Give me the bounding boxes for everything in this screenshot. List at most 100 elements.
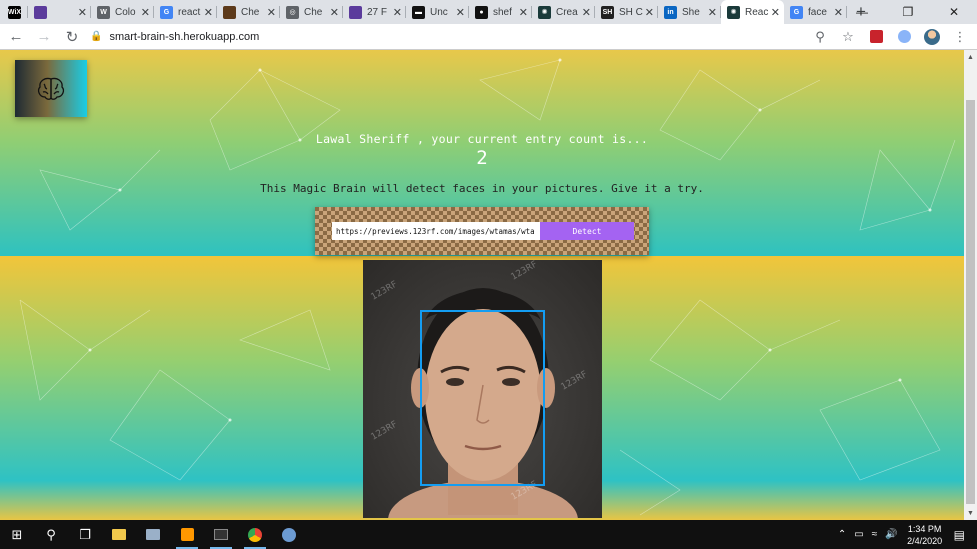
app-window-icon[interactable] <box>136 520 170 549</box>
browser-tab[interactable]: 27 F ✕ <box>343 0 406 24</box>
page-scrollbar[interactable]: ▲ ▼ <box>964 50 977 520</box>
zoom-search-icon[interactable]: ⚲ <box>809 26 831 48</box>
detect-button[interactable]: Detect <box>540 222 634 240</box>
system-tray: ⌃ ▭ ≈ 🔊 1:34 PM 2/4/2020 ▤ <box>838 520 977 549</box>
tab-close-icon[interactable]: ✕ <box>141 6 150 19</box>
svg-text:123RF: 123RF <box>560 370 590 393</box>
svg-text:123RF: 123RF <box>510 260 540 283</box>
purple-app-icon <box>34 5 47 19</box>
profile-avatar[interactable] <box>921 26 943 48</box>
window-controls: — ❐ ✕ <box>839 0 977 24</box>
tab-strip: WiX ✕ W Colo ✕ Greact ✕ Che ✕ ◎ Che ✕ 27 F ✕ ▬ Unc ✕ ● she… <box>0 0 977 24</box>
browser-tab[interactable]: ◎ Che ✕ <box>280 0 343 24</box>
browser-tab[interactable]: WiX <box>0 0 28 24</box>
github-icon: ● <box>475 5 488 19</box>
react-icon: ✺ <box>538 5 551 19</box>
linkedin-icon: in <box>664 5 677 19</box>
terminal-icon[interactable] <box>204 520 238 549</box>
start-windows-icon[interactable]: ⊞ <box>0 520 34 549</box>
tab-label: Che <box>241 6 260 18</box>
google-icon: G <box>160 5 173 19</box>
address-bar[interactable]: 🔒 smart-brain-sh.herokuapp.com <box>90 26 809 48</box>
restore-button[interactable]: ❐ <box>885 0 931 24</box>
file-explorer-icon[interactable] <box>102 520 136 549</box>
tab-label: Reac <box>745 6 769 18</box>
notification-icon[interactable]: ▤ <box>954 528 965 542</box>
close-window-button[interactable]: ✕ <box>931 0 977 24</box>
tab-close-icon[interactable]: ✕ <box>771 6 780 19</box>
sublime-text-icon[interactable] <box>170 520 204 549</box>
tab-close-icon[interactable]: ✕ <box>519 6 528 19</box>
page-viewport: Lawal Sheriff , your current entry count… <box>0 50 964 520</box>
image-link-form: Detect <box>315 207 649 255</box>
tab-label: 27 F <box>367 6 388 18</box>
browser-tab[interactable]: Greact ✕ <box>154 0 217 24</box>
unsplash-icon: ▬ <box>412 5 425 19</box>
clock-date: 2/4/2020 <box>907 535 943 546</box>
brain-logo <box>15 60 87 117</box>
tab-label: shef <box>493 6 512 18</box>
wordpress-icon: W <box>97 5 110 19</box>
globe-icon: ◎ <box>286 5 299 19</box>
browser-toolbar: ← → ↻ 🔒 smart-brain-sh.herokuapp.com ⚲ ☆… <box>0 24 977 50</box>
brain-icon <box>38 77 64 100</box>
lock-icon: 🔒 <box>90 31 103 42</box>
forward-button[interactable]: → <box>32 25 56 49</box>
browser-tab[interactable]: Che ✕ <box>217 0 280 24</box>
tab-label: SH C <box>619 6 643 18</box>
tab-close-icon[interactable]: ✕ <box>78 6 87 19</box>
tab-close-icon[interactable]: ✕ <box>582 6 591 19</box>
chrome-icon[interactable] <box>238 520 272 549</box>
scroll-down-arrow[interactable]: ▼ <box>964 506 977 520</box>
google-icon: G <box>790 5 803 19</box>
utility-app-icon[interactable] <box>272 520 306 549</box>
clock[interactable]: 1:34 PM 2/4/2020 <box>906 523 944 547</box>
browser-tab[interactable]: ● shef ✕ <box>469 0 532 24</box>
face-bounding-box <box>420 310 545 486</box>
sh-icon: SH <box>601 5 614 19</box>
browser-tab[interactable]: ▬ Unc ✕ <box>406 0 469 24</box>
tab-label: react <box>178 6 201 18</box>
volume-icon[interactable]: 🔊 <box>885 529 897 540</box>
browser-tab[interactable]: ✺ Reac ✕ <box>721 0 784 24</box>
browser-tab[interactable]: W Colo ✕ <box>91 0 154 24</box>
reload-button[interactable]: ↻ <box>60 25 84 49</box>
purple-app-icon <box>349 5 362 19</box>
extension-red-icon[interactable] <box>865 26 887 48</box>
tab-label: She <box>682 6 700 18</box>
tab-close-icon[interactable]: ✕ <box>267 6 276 19</box>
chevron-up-icon[interactable]: ⌃ <box>838 529 846 540</box>
react-icon: ✺ <box>727 5 740 19</box>
windows-taskbar: ⊞ ⚲ ❐ ⌃ ▭ ≈ 🔊 1:34 PM 2/4/2020 ▤ <box>0 520 977 549</box>
extension-blue-icon[interactable] <box>893 26 915 48</box>
wifi-icon[interactable]: ≈ <box>872 529 878 540</box>
clock-time: 1:34 PM <box>907 523 942 534</box>
menu-icon[interactable]: ⋮ <box>949 26 971 48</box>
search-icon[interactable]: ⚲ <box>34 520 68 549</box>
svg-text:123RF: 123RF <box>370 420 400 443</box>
browser-tab[interactable]: Gface ✕ <box>784 0 847 24</box>
task-view-icon[interactable]: ❐ <box>68 520 102 549</box>
greeting-text: Lawal Sheriff , your current entry count… <box>315 132 649 146</box>
tab-close-icon[interactable]: ✕ <box>393 6 402 19</box>
back-button[interactable]: ← <box>4 25 28 49</box>
tab-close-icon[interactable]: ✕ <box>204 6 213 19</box>
tab-close-icon[interactable]: ✕ <box>645 6 654 19</box>
tab-close-icon[interactable]: ✕ <box>708 6 717 19</box>
wix-icon: WiX <box>8 5 21 19</box>
minimize-button[interactable]: — <box>839 0 885 24</box>
browser-tab[interactable]: ✕ <box>28 0 91 24</box>
tab-close-icon[interactable]: ✕ <box>330 6 339 19</box>
browser-tab[interactable]: SH SH C ✕ <box>595 0 658 24</box>
tab-close-icon[interactable]: ✕ <box>456 6 465 19</box>
browser-tab[interactable]: ✺ Crea ✕ <box>532 0 595 24</box>
scroll-thumb[interactable] <box>966 100 975 504</box>
battery-icon[interactable]: ▭ <box>854 529 863 540</box>
bookmark-star-icon[interactable]: ☆ <box>837 26 859 48</box>
svg-text:123RF: 123RF <box>370 280 400 303</box>
scroll-up-arrow[interactable]: ▲ <box>964 50 977 64</box>
browser-tab[interactable]: in She ✕ <box>658 0 721 24</box>
address-url: smart-brain-sh.herokuapp.com <box>109 30 260 43</box>
image-url-input[interactable] <box>332 222 540 240</box>
tab-label: Colo <box>115 6 136 18</box>
